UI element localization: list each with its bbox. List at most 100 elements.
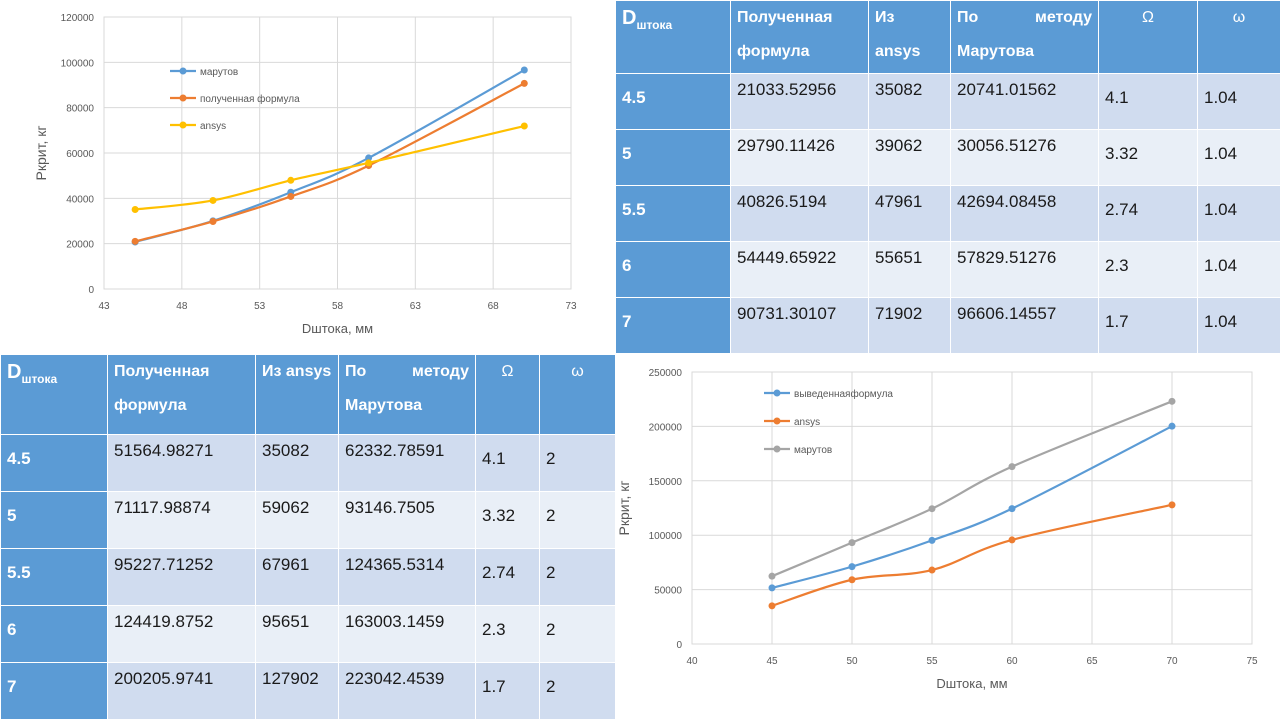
plot-area — [691, 371, 1253, 645]
cell-omega-small: 2 — [539, 491, 616, 549]
table-1-header-d: Dштока — [615, 0, 731, 74]
series-line — [771, 503, 1173, 607]
x-tick-label: 68 — [488, 301, 500, 312]
data-point — [209, 196, 217, 204]
data-point — [928, 505, 936, 513]
data-point — [928, 566, 936, 574]
y-tick-label: 60000 — [66, 149, 94, 160]
data-point — [365, 159, 373, 167]
table-2-header-marutov: По методу Марутова — [338, 354, 476, 435]
data-point — [1008, 536, 1016, 544]
table-row: 5.5 95227.71252 67961 124365.5314 2.74 2 — [0, 548, 616, 606]
x-tick-label: 73 — [565, 301, 577, 312]
legend-swatch-marker — [773, 417, 781, 425]
cell-omega-big: 2.3 — [1098, 241, 1198, 298]
table-row: 6 54449.65922 55651 57829.51276 2.3 1.04 — [615, 241, 1280, 298]
x-tick-label: 75 — [1246, 656, 1258, 667]
cell-d: 5.5 — [615, 185, 731, 242]
cell-omega-small: 1.04 — [1197, 297, 1280, 354]
cell-marutov: 93146.7505 — [338, 491, 476, 549]
table-row: 5.5 40826.5194 47961 42694.08458 2.74 1.04 — [615, 185, 1280, 242]
x-tick-label: 65 — [1086, 656, 1098, 667]
cell-d: 5 — [0, 491, 108, 549]
cell-omega-big: 3.32 — [1098, 129, 1198, 186]
chart-2-svg: 40 45 50 55 60 65 70 75 0 50000 100000 150000 200000… — [616, 368, 1258, 691]
x-tick-label: 55 — [926, 656, 938, 667]
cell-omega-small: 1.04 — [1197, 241, 1280, 298]
y-tick-label: 150000 — [649, 477, 683, 488]
x-tick-label: 43 — [98, 301, 110, 312]
cell-formula: 95227.71252 — [107, 548, 256, 606]
y-tick-label: 200000 — [649, 422, 683, 433]
cell-marutov: 124365.5314 — [338, 548, 476, 606]
table-2-header-row: Dштока Полученная формула Из ansys По мет… — [0, 354, 616, 435]
table-1-header-marutov: По методу Марутова — [950, 0, 1099, 74]
table-1: Dштока Полученная формула Из ansys По мет… — [615, 0, 1280, 354]
x-axis-title: Dштока, мм — [936, 676, 1007, 691]
cell-formula: 40826.5194 — [730, 185, 869, 242]
chart-1: 43 48 53 58 63 68 73 0 20000 40000 60000 80000 10000… — [0, 0, 615, 352]
legend-swatch-marker — [179, 121, 187, 129]
legend-swatch-marker — [773, 445, 781, 453]
data-point — [520, 66, 528, 74]
y-tick-label: 40000 — [66, 194, 94, 205]
y-axis-title: Pкрит, кг — [33, 126, 49, 181]
cell-formula: 51564.98271 — [107, 434, 256, 492]
table-row: 4.5 21033.52956 35082 20741.01562 4.1 1.04 — [615, 73, 1280, 130]
table-2-header-ansys: Из ansys — [255, 354, 339, 435]
cell-marutov: 62332.78591 — [338, 434, 476, 492]
cell-formula: 71117.98874 — [107, 491, 256, 549]
y-tick-label: 0 — [676, 640, 682, 651]
series-line — [134, 69, 525, 244]
legend-swatch-marker — [773, 389, 781, 397]
cell-formula: 200205.9741 — [107, 662, 256, 720]
legend-label: ansys — [200, 121, 226, 132]
cell-d: 4.5 — [0, 434, 108, 492]
data-point — [131, 205, 139, 213]
table-row: 5 71117.98874 59062 93146.7505 3.32 2 — [0, 491, 616, 549]
table-2-header-formula: Полученная формула — [107, 354, 256, 435]
x-tick-label: 60 — [1006, 656, 1018, 667]
x-axis-title: Dштока, мм — [302, 321, 373, 336]
legend-swatch-marker — [179, 94, 187, 102]
cell-ansys: 59062 — [255, 491, 339, 549]
y-tick-label: 0 — [88, 285, 94, 296]
legend-label: марутов — [200, 67, 238, 78]
data-point — [520, 79, 528, 87]
table-row: 7 90731.30107 71902 96606.14557 1.7 1.04 — [615, 297, 1280, 354]
data-point — [848, 539, 856, 547]
cell-omega-big: 4.1 — [475, 434, 540, 492]
cell-formula: 90731.30107 — [730, 297, 869, 354]
x-tick-label: 45 — [766, 656, 778, 667]
cell-omega-small: 1.04 — [1197, 185, 1280, 242]
cell-d: 5.5 — [0, 548, 108, 606]
cell-d: 4.5 — [615, 73, 731, 130]
y-tick-label: 100000 — [649, 531, 683, 542]
legend-label: выведеннаяформула — [794, 388, 893, 400]
cell-formula: 124419.8752 — [107, 605, 256, 663]
cell-marutov: 20741.01562 — [950, 73, 1099, 130]
cell-omega-small: 2 — [539, 434, 616, 492]
legend-label: полученная формула — [200, 93, 300, 105]
legend-label: марутов — [794, 445, 832, 456]
table-row: 6 124419.8752 95651 163003.1459 2.3 2 — [0, 605, 616, 663]
legend-swatch-marker — [179, 67, 187, 75]
series-line — [135, 124, 525, 211]
data-point — [768, 602, 776, 610]
cell-d: 6 — [0, 605, 108, 663]
data-point — [1008, 463, 1016, 471]
cell-d: 7 — [0, 662, 108, 720]
series-line — [771, 400, 1173, 578]
y-tick-label: 50000 — [654, 586, 682, 597]
cell-marutov: 96606.14557 — [950, 297, 1099, 354]
data-point — [1008, 505, 1016, 513]
series-line — [134, 82, 525, 243]
table-row: 5 29790.11426 39062 30056.51276 3.32 1.04 — [615, 129, 1280, 186]
cell-omega-big: 2.74 — [475, 548, 540, 606]
chart-2: 40 45 50 55 60 65 70 75 0 50000 100000 150000 200000… — [615, 356, 1280, 720]
cell-marutov: 223042.4539 — [338, 662, 476, 720]
data-point — [928, 536, 936, 544]
cell-ansys: 67961 — [255, 548, 339, 606]
x-tick-label: 50 — [846, 656, 858, 667]
table-1-header-ansys: Из ansys — [868, 0, 951, 74]
